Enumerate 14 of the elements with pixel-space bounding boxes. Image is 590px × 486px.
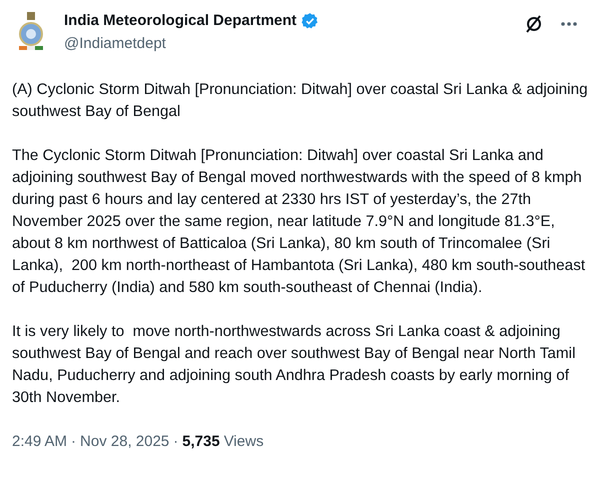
post-time[interactable]: 2:49 AM [12, 431, 68, 454]
author-handle: @Indiametdept [64, 34, 167, 54]
tweet-paragraph: The Cyclonic Storm Ditwah [Pronunciation: Ditwah] over coastal Sri Lanka and adjoining southwest Bay of Bengal moved northwestwards with the speed of 8 kmph during past 6 hours and lay centered at 2330 hrs IST of yesterday’s, the 27th November 2025 over the same region, near latitude 7.9°N and longitude 81.3°E, about 8 km northwest of Batticaloa (Sri Lanka), 80 km south of Trincomalee (Sri Lanka), 200 km north-northeast of Hambantota (Sri Lanka), 480 km south-southeast of Puducherry (India) and 580 km south-southeast of Chennai (India). [12, 146, 586, 298]
more-options-icon[interactable] [560, 21, 578, 27]
views-count: 5,735 [182, 432, 220, 452]
tweet-paragraph: (A) Cyclonic Storm Ditwah [Pronunciation: Ditwah] over coastal Sri Lanka & adjoining southwest Bay of Bengal [12, 80, 589, 122]
emblem-avatar-icon[interactable] [16, 12, 46, 52]
author-name[interactable]: India Meteorological Department [64, 10, 297, 32]
views-label: Views [224, 432, 264, 452]
slashed-circle-icon[interactable] [524, 14, 544, 34]
post-date[interactable]: Nov 28, 2025 [80, 431, 170, 454]
tweet-paragraph: It is very likely to move north-northwestwards across Sri Lanka coast & adjoining southwest Bay of Bengal and reach over southwest Bay of Bengal near North Tamil Nadu, Puducherry and adjoining south Andhra Pradesh coasts by early morning of 30th November. [12, 322, 576, 408]
separator-dot: · [71, 432, 76, 452]
separator-dot: · [173, 432, 178, 452]
